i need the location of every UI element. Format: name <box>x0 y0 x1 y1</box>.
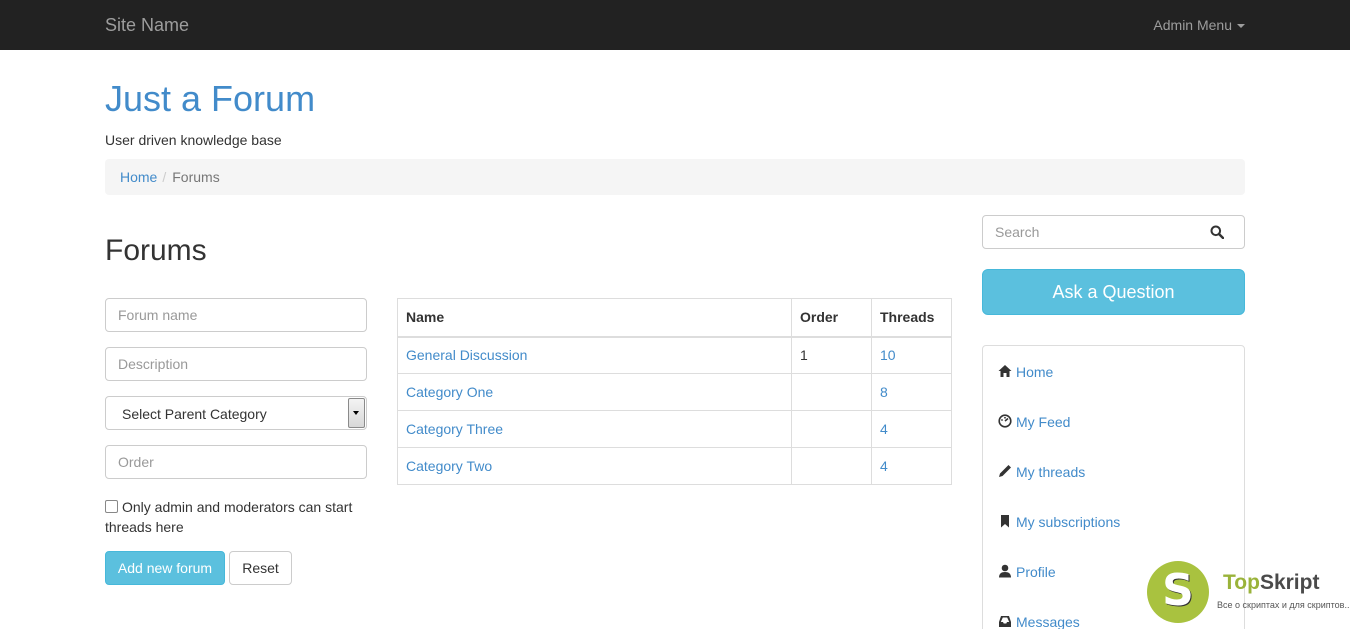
dashboard-icon <box>998 414 1012 428</box>
description-input[interactable] <box>105 347 367 381</box>
select-dropdown-button[interactable] <box>348 398 365 428</box>
admin-menu-label: Admin Menu <box>1153 17 1232 33</box>
pencil-icon <box>999 465 1011 477</box>
watermark-title-part1: Top <box>1223 571 1260 594</box>
parent-category-selected-value: Select Parent Category <box>122 406 267 422</box>
threads-count-link[interactable]: 4 <box>880 421 888 437</box>
reset-button[interactable]: Reset <box>229 551 292 585</box>
admin-only-checkbox-row: Only admin and moderators can start thre… <box>105 497 375 537</box>
breadcrumb: Home / Forums <box>105 159 1245 195</box>
caret-down-icon <box>1237 24 1245 29</box>
threads-count-link[interactable]: 4 <box>880 458 888 474</box>
topskript-watermark-logo: S TopSkript Все о скриптах и для скрипто… <box>1147 561 1350 629</box>
threads-count-link[interactable]: 8 <box>880 384 888 400</box>
sidebar-item-home[interactable]: Home <box>998 362 1053 382</box>
forum-name-cell: Category Three <box>397 410 792 448</box>
forum-link[interactable]: Category Three <box>406 421 503 437</box>
bookmark-icon <box>1001 515 1009 528</box>
breadcrumb-separator: / <box>162 169 167 185</box>
forum-link[interactable]: Category One <box>406 384 493 400</box>
admin-only-checkbox-label: Only admin and moderators can start thre… <box>105 499 353 535</box>
sidebar-item-label: Messages <box>1016 614 1080 629</box>
breadcrumb-current: Forums <box>172 169 220 185</box>
home-icon <box>998 365 1012 377</box>
watermark-letter: S <box>1162 565 1194 616</box>
table-row: General Discussion 1 10 <box>397 336 952 374</box>
forum-name-cell: Category Two <box>397 447 792 485</box>
forum-order-cell <box>791 410 872 448</box>
forums-table: Name Order Threads General Discussion 1 … <box>397 298 952 485</box>
table-row: Category One 8 <box>397 373 952 411</box>
forum-link[interactable]: General Discussion <box>406 347 527 363</box>
watermark-title-part2: Skript <box>1259 571 1320 594</box>
table-row: Category Two 4 <box>397 447 952 485</box>
forum-order-cell <box>791 373 872 411</box>
threads-count-link[interactable]: 10 <box>880 347 896 363</box>
table-row: Category Three 4 <box>397 410 952 448</box>
order-input[interactable] <box>105 445 367 479</box>
add-new-forum-button[interactable]: Add new forum <box>105 551 225 585</box>
search-box <box>982 215 1245 249</box>
sidebar-item-label: My Feed <box>1016 414 1071 430</box>
forum-threads-cell: 4 <box>871 410 952 448</box>
sidebar-item-my-subscriptions[interactable]: My subscriptions <box>998 512 1120 532</box>
top-navbar: Site Name Admin Menu <box>0 0 1350 50</box>
admin-only-checkbox[interactable] <box>105 500 118 513</box>
sidebar-item-profile[interactable]: Profile <box>998 562 1056 582</box>
chevron-down-icon <box>353 411 359 415</box>
sidebar-item-my-feed[interactable]: My Feed <box>998 412 1070 432</box>
forum-name-cell: General Discussion <box>397 336 792 374</box>
page-title: Forums <box>105 234 207 267</box>
user-icon <box>999 564 1011 578</box>
search-icon[interactable] <box>1210 225 1224 239</box>
watermark-circle-icon: S <box>1147 561 1209 623</box>
table-header-row: Name Order Threads <box>397 298 952 338</box>
sidebar-item-messages[interactable]: Messages <box>998 612 1080 629</box>
forum-order-cell: 1 <box>791 336 872 374</box>
forum-threads-cell: 8 <box>871 373 952 411</box>
column-header-order: Order <box>791 298 872 338</box>
site-title: Just a Forum <box>105 78 316 119</box>
sidebar-item-label: My subscriptions <box>1016 514 1121 530</box>
forum-order-cell <box>791 447 872 485</box>
column-header-name: Name <box>397 298 792 338</box>
forum-link[interactable]: Category Two <box>406 458 492 474</box>
sidebar-item-label: Home <box>1016 364 1054 380</box>
inbox-icon <box>999 616 1011 627</box>
sidebar-item-my-threads[interactable]: My threads <box>998 462 1085 482</box>
breadcrumb-home-link[interactable]: Home <box>120 169 157 185</box>
column-header-threads: Threads <box>871 298 952 338</box>
forum-threads-cell: 10 <box>871 336 952 374</box>
forum-name-cell: Category One <box>397 373 792 411</box>
watermark-title: TopSkript <box>1223 571 1319 595</box>
forum-threads-cell: 4 <box>871 447 952 485</box>
search-input[interactable] <box>983 216 1203 248</box>
admin-menu-dropdown[interactable]: Admin Menu <box>1153 16 1245 34</box>
site-tagline: User driven knowledge base <box>105 132 282 148</box>
sidebar-item-label: My threads <box>1016 464 1086 480</box>
forum-name-input[interactable] <box>105 298 367 332</box>
sidebar-item-label: Profile <box>1016 564 1056 580</box>
watermark-subtitle: Все о скриптах и для скриптов... <box>1217 600 1350 610</box>
parent-category-select[interactable]: Select Parent Category <box>105 396 367 430</box>
site-brand-link[interactable]: Site Name <box>105 14 189 36</box>
ask-question-button[interactable]: Ask a Question <box>982 269 1245 315</box>
